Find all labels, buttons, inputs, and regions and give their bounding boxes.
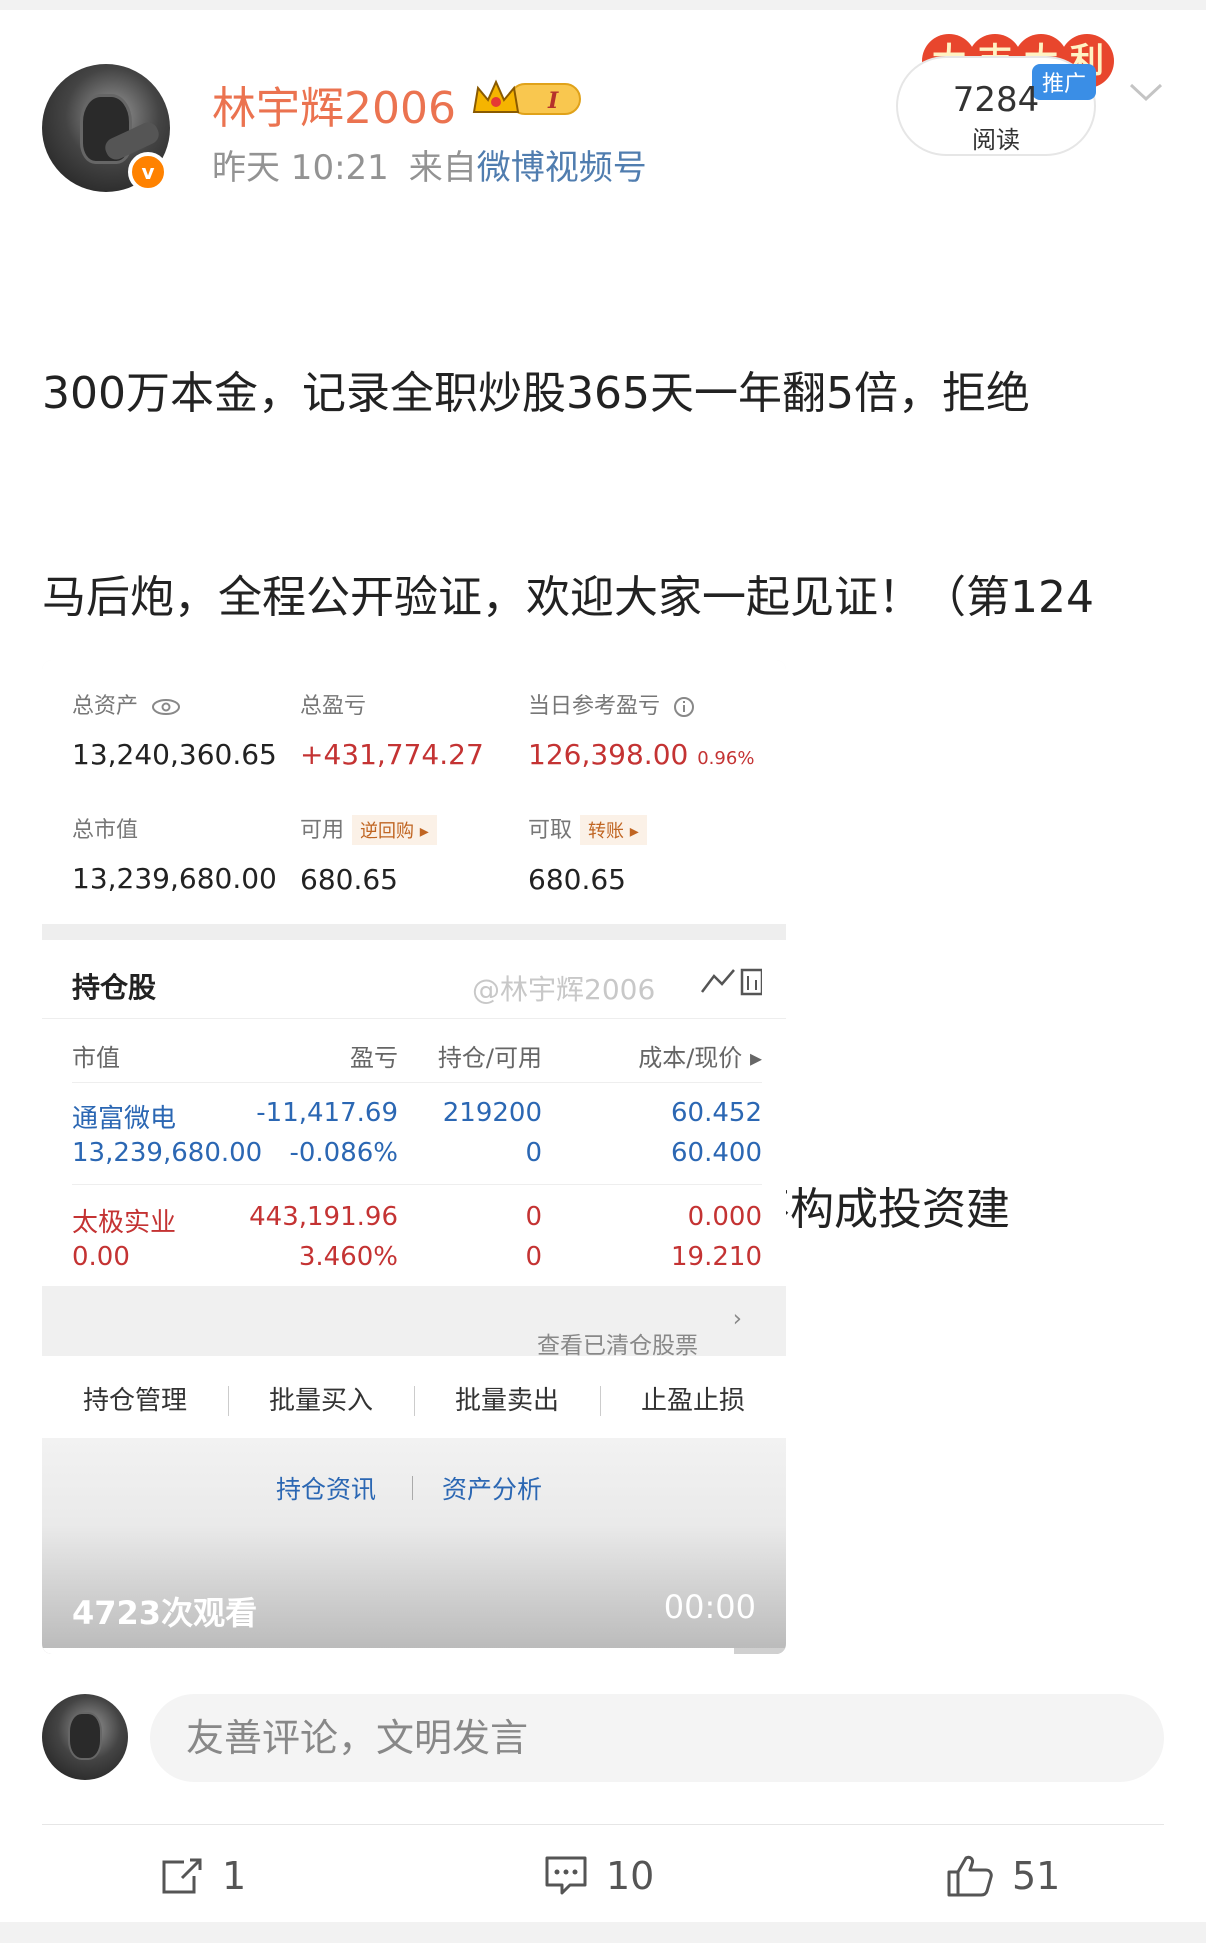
divider (72, 1184, 762, 1185)
video-duration: 00:00 (663, 1588, 756, 1626)
comment-icon (545, 1856, 587, 1895)
post-meta: 昨天 10:21 来自微博视频号 (212, 140, 647, 189)
stock-cost: 60.452 (671, 1098, 762, 1128)
withdrawable-funds: 可取 转账 ▸ 680.65 (528, 812, 647, 896)
source-prefix: 来自 (408, 148, 477, 188)
stock-position: 0 (525, 1202, 542, 1232)
stock-name[interactable]: 通富微电 (72, 1098, 176, 1135)
chevron-down-icon[interactable] (1128, 80, 1164, 104)
like-button[interactable]: 51 (946, 1846, 1060, 1906)
daily-pl-pct: 0.96% (697, 748, 755, 769)
holdings-title: 持仓股 (72, 971, 157, 1004)
share-button[interactable]: 1 (160, 1846, 246, 1906)
manage-holdings-button[interactable]: 持仓管理 (42, 1380, 228, 1417)
comment-input[interactable] (150, 1694, 1164, 1782)
stock-cost: 0.000 (687, 1202, 762, 1232)
view-count: 4723次观看 (72, 1594, 258, 1632)
market-value-value: 13,239,680.00 (72, 862, 277, 895)
market-value: 总市值 13,239,680.00 (72, 812, 277, 895)
daily-pl: 当日参考盈亏 126,398.00 0.96% (528, 688, 754, 771)
share-icon (162, 1858, 202, 1894)
daily-pl-label: 当日参考盈亏 (528, 694, 661, 719)
stock-name[interactable]: 太极实业 (72, 1202, 176, 1239)
video-overlay: 持仓资讯 资产分析 4723次观看 00:00 (42, 1438, 786, 1654)
post-time: 昨天 10:21 (212, 148, 389, 188)
holdings-table: 持仓股 @林宇辉2006 市值 盈亏 持仓/可用 成本/现价 ▸ 通富微电 13… (42, 940, 786, 1286)
withdrawable-label: 可取 (528, 818, 573, 843)
asset-analysis-link[interactable]: 资产分析 (442, 1470, 542, 1506)
stock-pl: -11,417.69 (256, 1098, 398, 1128)
vip-crown-icon[interactable]: I (470, 78, 586, 120)
cleared-stocks-link[interactable]: 查看已清仓股票 › (42, 1286, 786, 1359)
reverse-repo-link[interactable]: 逆回购 ▸ (352, 815, 437, 845)
total-assets: 总资产 13,240,360.65 (72, 688, 277, 771)
stock-market-value: 0.00 (72, 1242, 130, 1272)
withdrawable-value: 680.65 (528, 863, 626, 896)
transfer-link[interactable]: 转账 ▸ (580, 815, 647, 845)
source-link[interactable]: 微博视频号 (477, 148, 647, 188)
watermark: @林宇辉2006 (472, 973, 656, 1006)
stock-pl-pct: 3.460% (298, 1242, 398, 1272)
video-player[interactable]: 总资产 13,240,360.65 总盈亏 +431,774.27 当日参考盈亏… (42, 660, 786, 1654)
divider (72, 1082, 762, 1083)
stock-pl-pct: -0.086% (289, 1138, 398, 1168)
chart-toggle-icon[interactable] (652, 962, 762, 1002)
market-value-label: 总市值 (72, 818, 139, 843)
share-count: 1 (222, 1854, 247, 1898)
stock-available: 0 (525, 1242, 542, 1272)
stop-profit-loss-button[interactable]: 止盈止损 (600, 1380, 786, 1417)
total-pl-label: 总盈亏 (300, 694, 367, 719)
available-label: 可用 (300, 818, 345, 843)
post-text-line: 300万本金，记录全职炒股365天一年翻5倍，拒绝 (42, 368, 1030, 419)
column-header-cost-price[interactable]: 成本/现价 ▸ (562, 1038, 762, 1073)
holdings-actions: 持仓管理 批量买入 批量卖出 止盈止损 (42, 1356, 786, 1438)
svg-text:I: I (547, 88, 559, 114)
eye-icon (152, 699, 181, 715)
info-icon[interactable] (673, 696, 695, 718)
stock-price: 60.400 (671, 1138, 762, 1168)
total-pl: 总盈亏 +431,774.27 (300, 688, 484, 771)
daily-pl-value: 126,398.00 (528, 738, 689, 771)
total-assets-value: 13,240,360.65 (72, 738, 277, 771)
weibo-post-card: v 林宇辉2006 I 昨天 10:21来自微博视频号 大 吉 大 利 推广 7… (0, 10, 1206, 1922)
verified-badge-icon: v (128, 152, 168, 192)
stock-position: 219200 (442, 1098, 542, 1128)
divider (42, 924, 786, 940)
read-count: 7284 (952, 80, 1040, 120)
available-value: 680.65 (300, 863, 398, 896)
divider (42, 1824, 1164, 1825)
available-funds: 可用 逆回购 ▸ 680.65 (300, 812, 437, 896)
comment-count: 10 (606, 1854, 655, 1898)
column-header-position: 持仓/可用 (437, 1044, 542, 1072)
account-summary: 总资产 13,240,360.65 总盈亏 +431,774.27 当日参考盈亏… (42, 660, 786, 924)
stock-pl: 443,191.96 (249, 1202, 398, 1232)
stock-price: 19.210 (671, 1242, 762, 1272)
holdings-news-link[interactable]: 持仓资讯 (276, 1470, 376, 1506)
column-header-market-value: 市值 (72, 1044, 120, 1072)
stock-available: 0 (525, 1138, 542, 1168)
total-assets-label: 总资产 (72, 694, 139, 719)
video-progress-bar[interactable] (42, 1648, 786, 1654)
user-avatar[interactable] (42, 1694, 128, 1780)
comment-button[interactable]: 10 (544, 1846, 654, 1906)
like-count: 51 (1012, 1854, 1061, 1898)
divider (42, 1018, 786, 1019)
thumbs-up-icon (947, 1855, 993, 1897)
author-name[interactable]: 林宇辉2006 (212, 72, 456, 136)
total-pl-value: +431,774.27 (300, 738, 484, 771)
batch-buy-button[interactable]: 批量买入 (228, 1380, 414, 1417)
column-header-pl: 盈亏 (350, 1044, 398, 1072)
post-text-line: 马后炮，全程公开验证，欢迎大家一起见证！（第124 (42, 572, 1094, 623)
batch-sell-button[interactable]: 批量卖出 (414, 1380, 600, 1417)
read-label: 阅读 (972, 126, 1020, 154)
